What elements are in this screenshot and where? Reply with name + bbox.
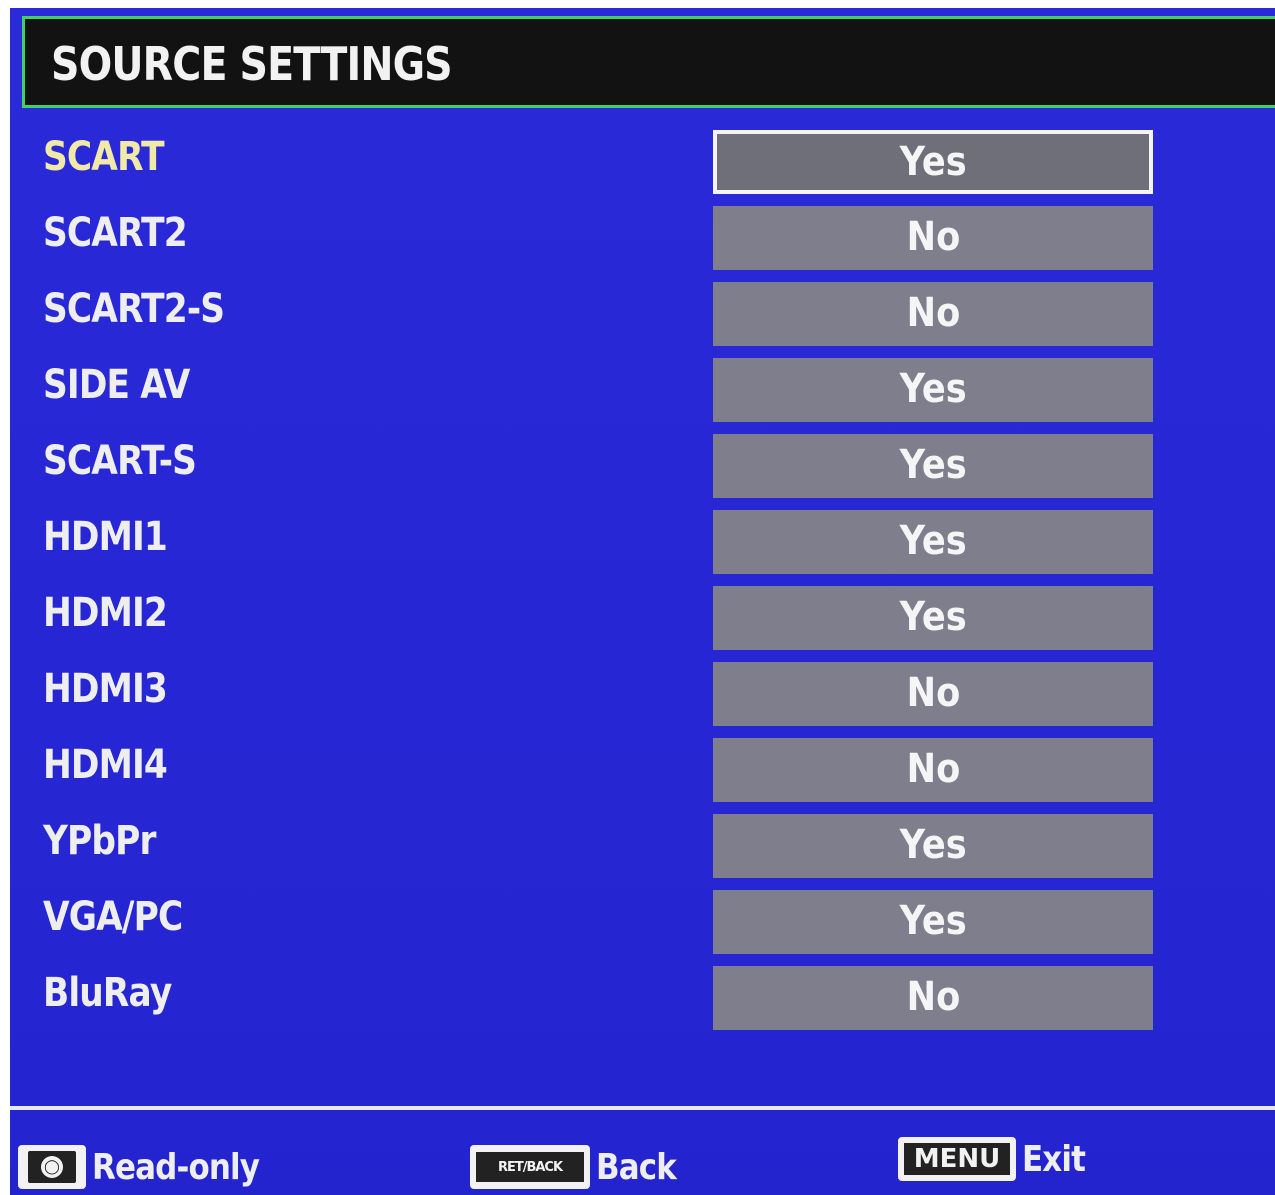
source-value-selector[interactable]: No	[713, 662, 1153, 726]
info-key-icon[interactable]: ◯	[18, 1145, 86, 1189]
source-label: SCART	[43, 134, 165, 180]
source-row-vga-pc[interactable]: VGA/PC Yes	[10, 890, 1275, 956]
read-only-label: Read-only	[92, 1146, 260, 1188]
source-label: HDMI1	[43, 514, 168, 560]
source-row-hdmi1[interactable]: HDMI1 Yes	[10, 510, 1275, 576]
source-label: SCART2	[43, 210, 188, 256]
source-value-selector[interactable]: Yes	[713, 814, 1153, 878]
source-row-scart2[interactable]: SCART2 No	[10, 206, 1275, 272]
source-row-side-av[interactable]: SIDE AV Yes	[10, 358, 1275, 424]
source-value-selector[interactable]: Yes	[713, 510, 1153, 574]
source-row-scart-s[interactable]: SCART-S Yes	[10, 434, 1275, 500]
hint-read-only: ◯ Read-only	[18, 1142, 286, 1192]
back-label: Back	[596, 1146, 677, 1188]
source-label: VGA/PC	[43, 894, 183, 940]
source-value-selector[interactable]: Yes	[713, 358, 1153, 422]
source-value-selector[interactable]: Yes	[713, 130, 1153, 194]
footer-divider	[10, 1106, 1275, 1110]
source-value-selector[interactable]: No	[713, 206, 1153, 270]
source-label: SIDE AV	[43, 362, 190, 408]
source-value-selector[interactable]: No	[713, 966, 1153, 1030]
hint-back: RET/BACK Back	[470, 1142, 689, 1192]
source-label: YPbPr	[43, 818, 156, 864]
source-row-scart2-s[interactable]: SCART2-S No	[10, 282, 1275, 348]
source-value-selector[interactable]: Yes	[713, 890, 1153, 954]
source-value-selector[interactable]: No	[713, 282, 1153, 346]
source-row-hdmi4[interactable]: HDMI4 No	[10, 738, 1275, 804]
source-value-selector[interactable]: Yes	[713, 586, 1153, 650]
source-value-selector[interactable]: Yes	[713, 434, 1153, 498]
source-label: SCART2-S	[43, 286, 225, 332]
menu-key-icon[interactable]: MENU	[898, 1137, 1016, 1181]
source-row-hdmi2[interactable]: HDMI2 Yes	[10, 586, 1275, 652]
source-label: SCART-S	[43, 438, 197, 484]
back-key-icon[interactable]: RET/BACK	[470, 1145, 590, 1189]
source-row-scart[interactable]: SCART Yes	[10, 130, 1275, 196]
page-title: SOURCE SETTINGS	[51, 37, 453, 91]
source-label: BluRay	[43, 970, 172, 1016]
source-value-selector[interactable]: No	[713, 738, 1153, 802]
title-bar: SOURCE SETTINGS	[22, 16, 1275, 108]
tv-menu-screen: SOURCE SETTINGS SCART Yes SCART2 No SCAR…	[10, 8, 1275, 1195]
source-label: HDMI2	[43, 590, 168, 636]
source-row-hdmi3[interactable]: HDMI3 No	[10, 662, 1275, 728]
source-row-ypbpr[interactable]: YPbPr Yes	[10, 814, 1275, 880]
source-label: HDMI3	[43, 666, 168, 712]
footer-hints: ◯ Read-only RET/BACK Back MENU Exit	[10, 1137, 1275, 1195]
hint-exit: MENU Exit	[898, 1134, 1095, 1184]
source-row-bluray[interactable]: BluRay No	[10, 966, 1275, 1032]
source-label: HDMI4	[43, 742, 168, 788]
exit-label: Exit	[1022, 1138, 1086, 1180]
